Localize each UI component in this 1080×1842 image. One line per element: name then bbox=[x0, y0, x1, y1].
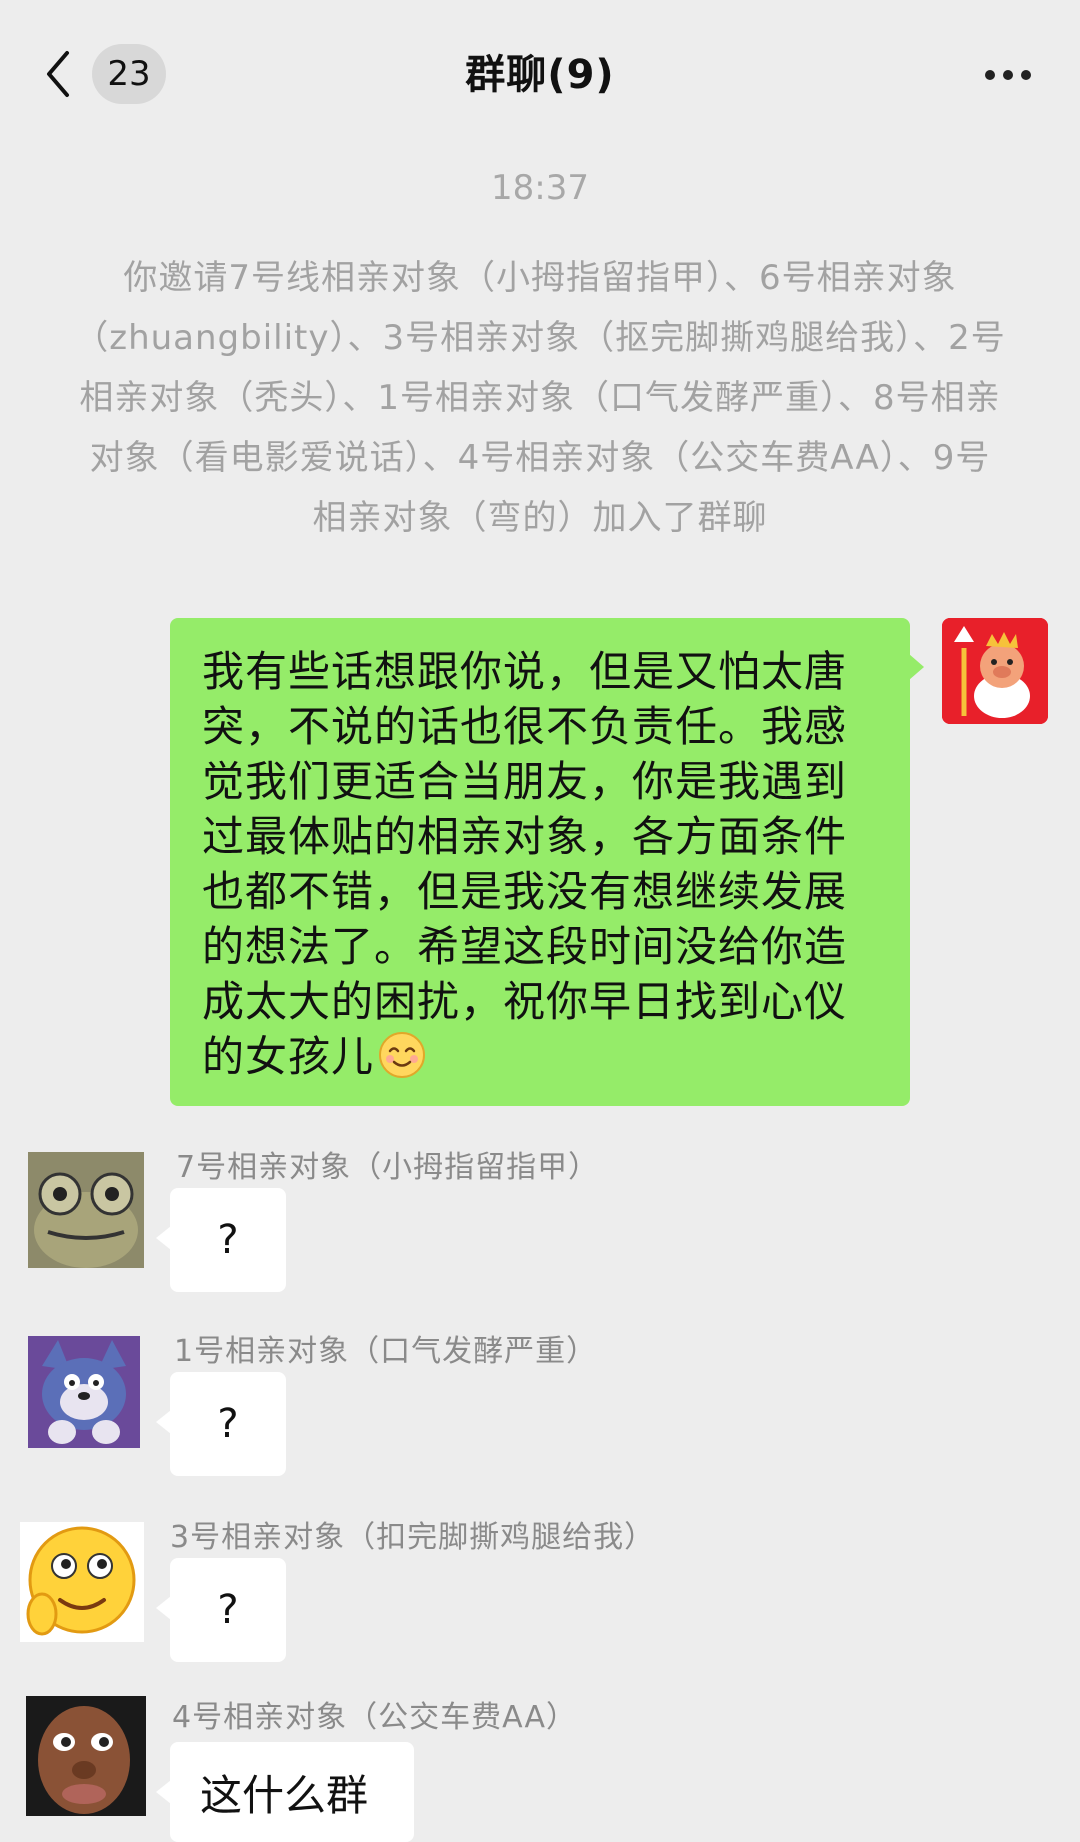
man-face-avatar bbox=[26, 1696, 146, 1816]
message-text: 这什么群 bbox=[200, 1770, 369, 1820]
nickname: 3号相亲对象（扣完脚撕鸡腿给我） bbox=[170, 1520, 656, 1555]
my-message-text: 我有些话想跟你说，但是又怕太唐突，不说的话也很不负责任。我感觉我们更适合当朋友，… bbox=[202, 647, 848, 1081]
message-text: ? bbox=[217, 1587, 239, 1633]
tom-cat-avatar bbox=[28, 1336, 140, 1448]
avatar[interactable] bbox=[28, 1152, 144, 1268]
nickname: 1号相亲对象（口气发酵严重） bbox=[174, 1334, 598, 1369]
message-bubble[interactable]: 这什么群 bbox=[156, 1742, 414, 1842]
message-text: ? bbox=[217, 1401, 239, 1447]
nickname: 4号相亲对象（公交车费AA） bbox=[172, 1700, 577, 1735]
frog-avatar bbox=[28, 1152, 144, 1268]
message-bubble[interactable]: ? bbox=[156, 1558, 286, 1662]
chat-title: 群聊(9) bbox=[465, 52, 615, 98]
chat-timestamp: 18:37 bbox=[491, 168, 589, 208]
message-bubble[interactable]: ? bbox=[156, 1188, 286, 1292]
message-bubble[interactable]: ? bbox=[156, 1372, 286, 1476]
message-text: ? bbox=[217, 1217, 239, 1263]
more-dots-icon[interactable] bbox=[978, 62, 1038, 88]
my-avatar[interactable] bbox=[942, 618, 1048, 724]
avatar[interactable] bbox=[26, 1696, 146, 1816]
smile-emoji-icon bbox=[379, 1032, 426, 1078]
system-message: 你邀请7号线相亲对象（小拇指留指甲）、6号相亲对象（zhuangbility）、… bbox=[74, 258, 1006, 538]
avatar[interactable] bbox=[28, 1336, 140, 1448]
pig-king-avatar bbox=[942, 618, 1048, 724]
avatar[interactable] bbox=[20, 1522, 144, 1642]
smiley-emoji-avatar bbox=[20, 1522, 144, 1642]
my-message-bubble[interactable]: 我有些话想跟你说，但是又怕太唐突，不说的话也很不负责任。我感觉我们更适合当朋友，… bbox=[170, 618, 924, 1106]
nickname: 7号相亲对象（小拇指留指甲） bbox=[176, 1150, 600, 1185]
